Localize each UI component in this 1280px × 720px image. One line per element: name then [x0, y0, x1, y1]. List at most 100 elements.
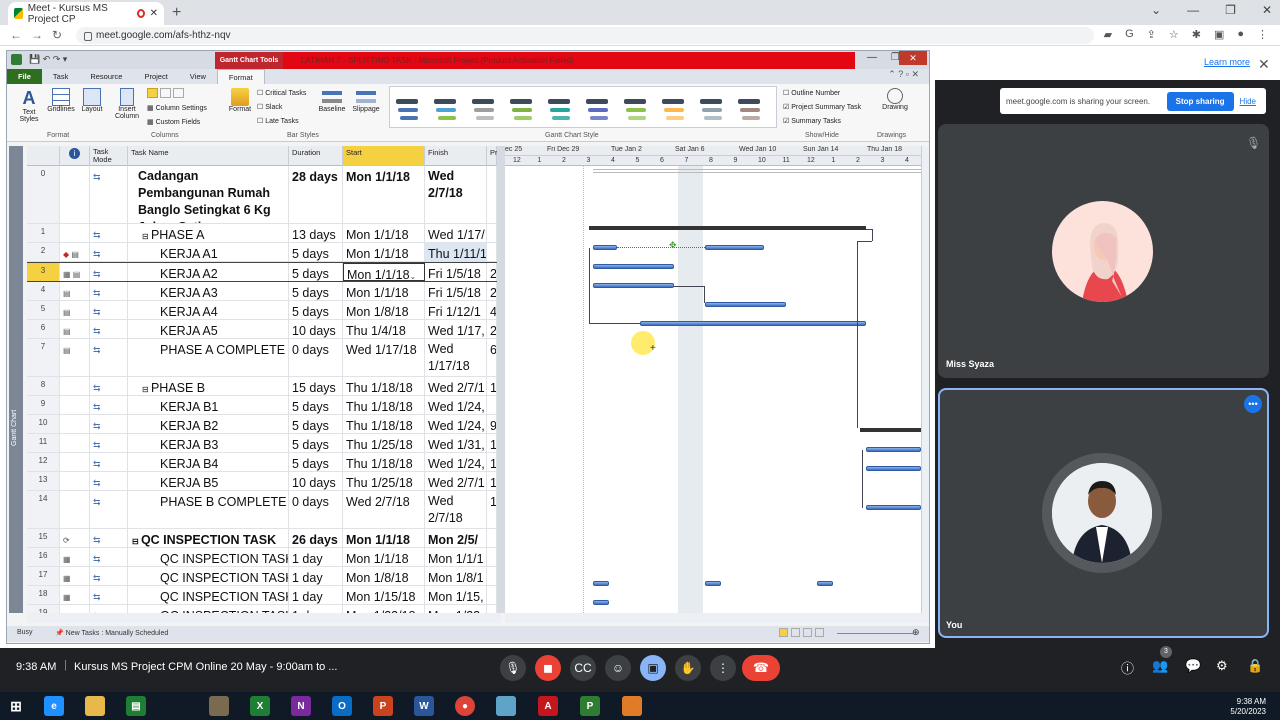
duration[interactable]: 5 days: [289, 243, 343, 261]
gantt-style-1[interactable]: [394, 95, 420, 125]
project-summary-bar[interactable]: [593, 169, 921, 173]
tab-task[interactable]: Task: [42, 69, 79, 84]
table-row[interactable]: 10 ⇆ KERJA B2 5 days Thu 1/18/18 Wed 1/2…: [27, 415, 497, 434]
close-notice-icon[interactable]: ✕: [1258, 56, 1270, 73]
zoom-slider[interactable]: [837, 633, 913, 634]
chrome-icon[interactable]: ●: [455, 696, 475, 716]
duration[interactable]: 28 days: [289, 166, 343, 223]
task-name[interactable]: KERJA A2: [128, 263, 289, 281]
predecessors[interactable]: [487, 243, 497, 261]
predecessors[interactable]: 12: [487, 472, 497, 490]
table-row[interactable]: 13 ⇆ KERJA B5 10 days Thu 1/25/18 Wed 2/…: [27, 472, 497, 491]
tab-search-icon[interactable]: ⌄: [1151, 3, 1161, 17]
start-date[interactable]: Mon 1/15/18: [343, 586, 425, 604]
gantt-style-3[interactable]: [470, 95, 496, 125]
gantt-style-5[interactable]: [546, 95, 572, 125]
predecessors[interactable]: 2S: [487, 282, 497, 300]
close-icon[interactable]: ✕: [1262, 3, 1272, 17]
start-date-active-cell[interactable]: Mon 1/1/18⌄: [343, 263, 425, 281]
task-bar-qc-2[interactable]: [705, 581, 721, 586]
custom-fields-button[interactable]: ▦ Custom Fields: [147, 118, 200, 126]
pane-splitter[interactable]: [497, 146, 505, 613]
table-row[interactable]: 11 ⇆ KERJA B3 5 days Thu 1/25/18 Wed 1/3…: [27, 434, 497, 453]
finish-date[interactable]: Fri 1/5/18: [425, 282, 487, 300]
finish-date[interactable]: Fri 1/5/18: [425, 263, 487, 281]
start-date[interactable]: Thu 1/18/18: [343, 377, 425, 395]
collapse-icon[interactable]: ⊟: [132, 537, 141, 546]
task-name[interactable]: ⊟ PHASE B: [128, 377, 289, 395]
finish-date[interactable]: Wed 1/24,: [425, 396, 487, 414]
word-icon[interactable]: W: [414, 696, 434, 716]
table-row[interactable]: 18 ▦ ⇆ QC INSPECTION TASK 1 day Mon 1/15…: [27, 586, 497, 605]
task-name[interactable]: KERJA A3: [128, 282, 289, 300]
finish-date[interactable]: Mon 1/15,: [425, 586, 487, 604]
align-left-icon[interactable]: [147, 88, 158, 98]
task-name[interactable]: PHASE B COMPLETE: [128, 491, 289, 528]
collapse-icon[interactable]: ⊟: [142, 232, 151, 241]
task-bar-kerja-a1-part2[interactable]: [705, 245, 764, 250]
raise-hand-button[interactable]: ✋: [675, 655, 701, 681]
start-date[interactable]: Thu 1/18/18: [343, 453, 425, 471]
start-date[interactable]: Mon 1/1/18: [343, 529, 425, 547]
microphone-button[interactable]: 🎙: [500, 655, 526, 681]
gantt-view-icon[interactable]: [779, 628, 788, 637]
extensions-icon[interactable]: ✱: [1192, 28, 1201, 41]
stop-sharing-button[interactable]: Stop sharing: [1166, 91, 1234, 111]
tab-project[interactable]: Project: [133, 69, 178, 84]
predecessors[interactable]: 2S: [487, 320, 497, 338]
duration[interactable]: 13 days: [289, 224, 343, 242]
finish-date[interactable]: Thu 1/11/1: [425, 243, 487, 261]
table-row[interactable]: 7 ▤ ⇆ PHASE A COMPLETE 0 days Wed 1/17/1…: [27, 339, 497, 377]
finish-date[interactable]: Wed 1/17/: [425, 224, 487, 242]
task-name[interactable]: KERJA B4: [128, 453, 289, 471]
gantt-style-8[interactable]: [660, 95, 686, 125]
start-date[interactable]: Thu 1/25/18: [343, 434, 425, 452]
finish-date[interactable]: Wed 1/24,: [425, 415, 487, 433]
new-tasks-mode[interactable]: 📌 New Tasks : Manually Scheduled: [55, 629, 168, 637]
hide-link[interactable]: Hide: [1240, 97, 1256, 106]
finish-date[interactable]: Mon 2/5/: [425, 529, 487, 547]
finish-date[interactable]: Wed 2/7/18: [425, 491, 487, 528]
task-bar-kerja-b2[interactable]: [866, 466, 921, 471]
minimize-icon[interactable]: —: [1187, 3, 1199, 17]
table-row[interactable]: 8 ⇆ ⊟ PHASE B 15 days Thu 1/18/18 Wed 2/…: [27, 377, 497, 396]
more-options-button[interactable]: ⋮: [710, 655, 736, 681]
task-name[interactable]: Cadangan Pembangunan Rumah Banglo Seting…: [128, 166, 289, 223]
summary-tasks-checkbox[interactable]: ☑ Summary Tasks: [783, 117, 841, 125]
task-bar-kerja-a2[interactable]: [593, 264, 674, 269]
table-row[interactable]: 17 ▦ ⇆ QC INSPECTION TASK 1 day Mon 1/8/…: [27, 567, 497, 586]
people-icon[interactable]: 👥: [1152, 658, 1168, 674]
start-date[interactable]: Mon 1/8/18: [343, 301, 425, 319]
predecessors[interactable]: 10: [487, 434, 497, 452]
start-date[interactable]: Thu 1/18/18: [343, 415, 425, 433]
quick-access-toolbar[interactable]: 💾 ↶ ↷ ▾: [29, 54, 67, 65]
task-name[interactable]: KERJA A1: [128, 243, 289, 261]
gantt-style-4[interactable]: [508, 95, 534, 125]
predecessors[interactable]: [487, 586, 497, 604]
outline-number-checkbox[interactable]: ☐ Outline Number: [783, 89, 840, 97]
task-name[interactable]: QC INSPECTION TASK: [128, 567, 289, 585]
app-icon-3[interactable]: [622, 696, 642, 716]
predecessors[interactable]: [487, 548, 497, 566]
task-name[interactable]: KERJA B5: [128, 472, 289, 490]
task-name[interactable]: KERJA A5: [128, 320, 289, 338]
task-usage-icon[interactable]: [791, 628, 800, 637]
layout-button[interactable]: Layout: [79, 88, 105, 113]
duration[interactable]: 0 days: [289, 491, 343, 528]
task-name[interactable]: KERJA A4: [128, 301, 289, 319]
table-row[interactable]: 4 ▤ ⇆ KERJA A3 5 days Mon 1/1/18 Fri 1/5…: [27, 282, 497, 301]
new-tab-button[interactable]: +: [172, 4, 181, 22]
resource-sheet-icon[interactable]: [815, 628, 824, 637]
duration[interactable]: 1 day: [289, 548, 343, 566]
acrobat-icon[interactable]: A: [538, 696, 558, 716]
task-bar-qc-16[interactable]: [593, 600, 609, 605]
predecessors[interactable]: 13: [487, 491, 497, 528]
duration[interactable]: 1 day: [289, 605, 343, 613]
start-date[interactable]: Wed 2/7/18: [343, 491, 425, 528]
project-summary-task-checkbox[interactable]: ☑ Project Summary Task: [783, 103, 861, 111]
camera-button[interactable]: ◼: [535, 655, 561, 681]
ms-project-icon[interactable]: P: [580, 696, 600, 716]
gantt-style-2[interactable]: [432, 95, 458, 125]
duration[interactable]: 1 day: [289, 586, 343, 604]
table-row[interactable]: 9 ⇆ KERJA B1 5 days Thu 1/18/18 Wed 1/24…: [27, 396, 497, 415]
